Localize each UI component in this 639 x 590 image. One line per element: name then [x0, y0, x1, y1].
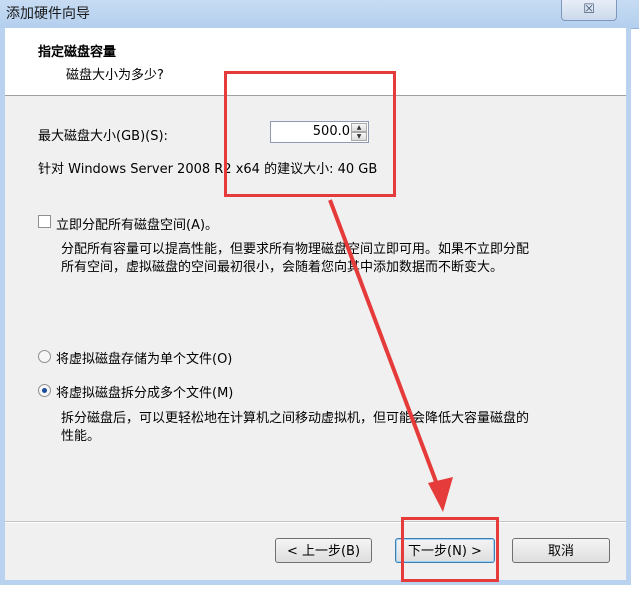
wizard-header: 指定磁盘容量 磁盘大小为多少? [5, 28, 626, 96]
window-title: 添加硬件向导 [6, 6, 90, 22]
split-description: 拆分磁盘后，可以更轻松地在计算机之间移动虚拟机，但可能会降低大容量磁盘的 性能。 [61, 410, 529, 446]
arrow-down-icon: ▼ [356, 133, 362, 140]
next-button[interactable]: 下一步(N) > [395, 538, 495, 563]
spinner-buttons[interactable]: ▲ ▼ [351, 123, 367, 141]
split-description-line: 性能。 [61, 429, 101, 444]
allocate-description: 分配所有容量可以提高性能，但要求所有物理磁盘空间立即可用。如果不立即分配 所有空… [61, 241, 529, 277]
allocate-now-checkbox[interactable] [38, 215, 51, 228]
page-title: 指定磁盘容量 [38, 45, 117, 60]
footer-divider [5, 521, 626, 523]
single-file-radio[interactable] [38, 350, 51, 363]
disk-size-label: 最大磁盘大小(GB)(S): [38, 129, 168, 144]
dialog-body [0, 28, 631, 585]
split-files-radio[interactable] [38, 384, 51, 397]
spin-down-button[interactable]: ▼ [351, 132, 367, 141]
disk-size-input[interactable] [273, 123, 350, 141]
recommended-size-text: 针对 Windows Server 2008 R2 x64 的建议大小: 40 … [38, 162, 378, 177]
split-description-line: 拆分磁盘后，可以更轻松地在计算机之间移动虚拟机，但可能会降低大容量磁盘的 [61, 411, 530, 426]
spin-up-button[interactable]: ▲ [351, 123, 367, 132]
disk-size-spinner[interactable]: ▲ ▼ [270, 121, 369, 143]
single-file-label[interactable]: 将虚拟磁盘存储为单个文件(O) [56, 348, 232, 367]
title-bar[interactable]: 添加硬件向导 ☒ [0, 0, 639, 29]
cancel-button[interactable]: 取消 [512, 538, 610, 563]
page-subtitle: 磁盘大小为多少? [66, 68, 164, 83]
back-button[interactable]: < 上一步(B) [275, 538, 372, 563]
arrow-up-icon: ▲ [356, 124, 362, 131]
split-files-label[interactable]: 将虚拟磁盘拆分成多个文件(M) [56, 382, 233, 401]
allocate-description-line: 所有空间，虚拟磁盘的空间最初很小，会随着您向其中添加数据而不断变大。 [61, 260, 504, 275]
allocate-description-line: 分配所有容量可以提高性能，但要求所有物理磁盘空间立即可用。如果不立即分配 [61, 242, 530, 257]
close-icon: ☒ [583, 2, 595, 17]
allocate-now-label[interactable]: 立即分配所有磁盘空间(A)。 [56, 214, 218, 233]
close-button[interactable]: ☒ [561, 0, 617, 21]
